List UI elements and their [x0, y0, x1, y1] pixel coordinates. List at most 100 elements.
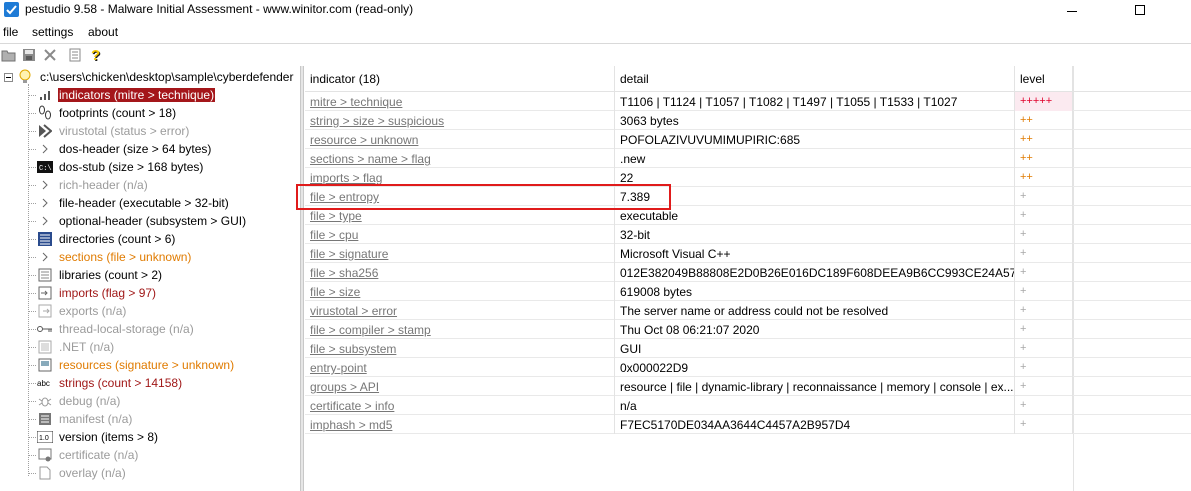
tree-item-label: version (items > 8) — [59, 430, 159, 444]
tree-connector — [28, 239, 36, 240]
tree-item[interactable]: debug (n/a) — [28, 392, 300, 410]
table-row[interactable]: mitre > technique T1106 | T1124 | T1057 |… — [305, 92, 1191, 111]
save-icon[interactable] — [21, 47, 37, 63]
manifest-icon — [37, 411, 53, 427]
tree-item[interactable]: libraries (count > 2) — [28, 266, 300, 284]
splitter[interactable] — [300, 66, 304, 491]
detail-cell: 3063 bytes — [615, 111, 1015, 130]
indicator-link[interactable]: certificate > info — [305, 396, 615, 415]
indicator-link[interactable]: mitre > technique — [305, 92, 615, 111]
tree-item-label: certificate (n/a) — [59, 448, 139, 462]
indicator-link[interactable]: sections > name > flag — [305, 149, 615, 168]
window-title: pestudio 9.58 - Malware Initial Assessme… — [25, 2, 414, 16]
tree-connector — [28, 311, 36, 312]
indicator-link[interactable]: imphash > md5 — [305, 415, 615, 434]
close-file-icon[interactable] — [42, 47, 58, 63]
tree-item[interactable]: file-header (executable > 32-bit) — [28, 194, 300, 212]
tree-item-label: imports (flag > 97) — [59, 286, 157, 300]
tree-item[interactable]: overlay (n/a) — [28, 464, 300, 482]
maximize-icon — [1135, 5, 1145, 15]
table-row[interactable]: imports > flag 22 ++ — [305, 168, 1191, 187]
tree-connector — [28, 293, 36, 294]
chevron-right-icon — [37, 141, 53, 157]
table-row[interactable]: groups > API resource | file | dynamic-li… — [305, 377, 1191, 396]
tree-item[interactable]: rich-header (n/a) — [28, 176, 300, 194]
table-row[interactable]: resource > unknown POFOLAZIVUVUMIMUPIRIC:… — [305, 130, 1191, 149]
tree-connector — [28, 329, 36, 330]
tree-item[interactable]: dos-header (size > 64 bytes) — [28, 140, 300, 158]
svg-text:C:\: C:\ — [39, 165, 52, 173]
indicator-link[interactable]: virustotal > error — [305, 301, 615, 320]
table-row[interactable]: virustotal > error The server name or add… — [305, 301, 1191, 320]
table-row[interactable]: string > size > suspicious 3063 bytes ++ — [305, 111, 1191, 130]
table-row[interactable]: file > size 619008 bytes + — [305, 282, 1191, 301]
copy-icon[interactable] — [67, 47, 83, 63]
tree-item[interactable]: certificate (n/a) — [28, 446, 300, 464]
tree-item[interactable]: abc strings (count > 14158) — [28, 374, 300, 392]
table-row[interactable]: entry-point 0x000022D9 + — [305, 358, 1191, 377]
table-row[interactable]: imphash > md5 F7EC5170DE034AA3644C4457A2B… — [305, 415, 1191, 434]
tree-item[interactable]: exports (n/a) — [28, 302, 300, 320]
indicator-link[interactable]: groups > API — [305, 377, 615, 396]
tree-item-label: strings (count > 14158) — [59, 376, 183, 390]
tree-item[interactable]: imports (flag > 97) — [28, 284, 300, 302]
table-row[interactable]: certificate > info n/a + — [305, 396, 1191, 415]
tree-item-label: exports (n/a) — [59, 304, 127, 318]
title-bar: pestudio 9.58 - Malware Initial Assessme… — [0, 0, 1191, 20]
table-row[interactable]: file > subsystem GUI + — [305, 339, 1191, 358]
tree-item[interactable]: C:\ dos-stub (size > 168 bytes) — [28, 158, 300, 176]
menu-settings[interactable]: settings — [32, 25, 73, 39]
tree-item[interactable]: 1.0 version (items > 8) — [28, 428, 300, 446]
detail-cell: GUI — [615, 339, 1015, 358]
table-row[interactable]: file > compiler > stamp Thu Oct 08 06:21:… — [305, 320, 1191, 339]
detail-cell: POFOLAZIVUVUMIMUPIRIC:685 — [615, 130, 1015, 149]
help-icon[interactable]: ?? — [89, 47, 105, 65]
menu-about[interactable]: about — [88, 25, 118, 39]
tree-item[interactable]: indicators (mitre > technique) — [28, 86, 300, 104]
indicator-link[interactable]: file > cpu — [305, 225, 615, 244]
indicator-link[interactable]: file > signature — [305, 244, 615, 263]
tree-item-label: .NET (n/a) — [59, 340, 115, 354]
indicator-link[interactable]: file > subsystem — [305, 339, 615, 358]
collapse-icon[interactable] — [4, 73, 13, 82]
svg-text:abc: abc — [37, 379, 50, 388]
tree-item[interactable]: resources (signature > unknown) — [28, 356, 300, 374]
menu-file[interactable]: file — [3, 25, 18, 39]
tree-connector — [28, 347, 36, 348]
tree-item[interactable]: directories (count > 6) — [28, 230, 300, 248]
tree-item[interactable]: optional-header (subsystem > GUI) — [28, 212, 300, 230]
indicator-link[interactable]: entry-point — [305, 358, 615, 377]
table-row[interactable]: file > cpu 32-bit + — [305, 225, 1191, 244]
column-header-indicator[interactable]: indicator (18) — [305, 66, 615, 92]
column-header-detail[interactable]: detail — [615, 66, 1015, 92]
table-row[interactable]: file > entropy 7.389 + — [305, 187, 1191, 206]
table-row[interactable]: file > sha256 012E382049B88808E2D0B26E016… — [305, 263, 1191, 282]
indicator-link[interactable]: file > type — [305, 206, 615, 225]
column-header-level[interactable]: level — [1015, 66, 1073, 92]
overlay-icon — [37, 465, 53, 481]
detail-cell: Microsoft Visual C++ — [615, 244, 1015, 263]
indicator-link[interactable]: file > compiler > stamp — [305, 320, 615, 339]
tree-connector — [28, 455, 36, 456]
tree-item[interactable]: virustotal (status > error) — [28, 122, 300, 140]
table-row[interactable]: sections > name > flag .new ++ — [305, 149, 1191, 168]
tree-item[interactable]: footprints (count > 18) — [28, 104, 300, 122]
indicator-link[interactable]: imports > flag — [305, 168, 615, 187]
indicator-link[interactable]: file > entropy — [305, 187, 615, 206]
minimize-button[interactable] — [1049, 0, 1095, 20]
indicator-link[interactable]: file > size — [305, 282, 615, 301]
indicator-link[interactable]: resource > unknown — [305, 130, 615, 149]
indicator-link[interactable]: string > size > suspicious — [305, 111, 615, 130]
tree-item-label: directories (count > 6) — [59, 232, 176, 246]
tree-item[interactable]: sections (file > unknown) — [28, 248, 300, 266]
indicator-link[interactable]: file > sha256 — [305, 263, 615, 282]
table-row[interactable]: file > signature Microsoft Visual C++ + — [305, 244, 1191, 263]
tree-item[interactable]: .NET (n/a) — [28, 338, 300, 356]
tree-connector — [28, 131, 36, 132]
open-folder-icon[interactable] — [1, 47, 17, 63]
tree-item[interactable]: thread-local-storage (n/a) — [28, 320, 300, 338]
table-row[interactable]: file > type executable + — [305, 206, 1191, 225]
tree-item[interactable]: manifest (n/a) — [28, 410, 300, 428]
maximize-button[interactable] — [1117, 0, 1163, 20]
tree-item-label: overlay (n/a) — [59, 466, 126, 480]
